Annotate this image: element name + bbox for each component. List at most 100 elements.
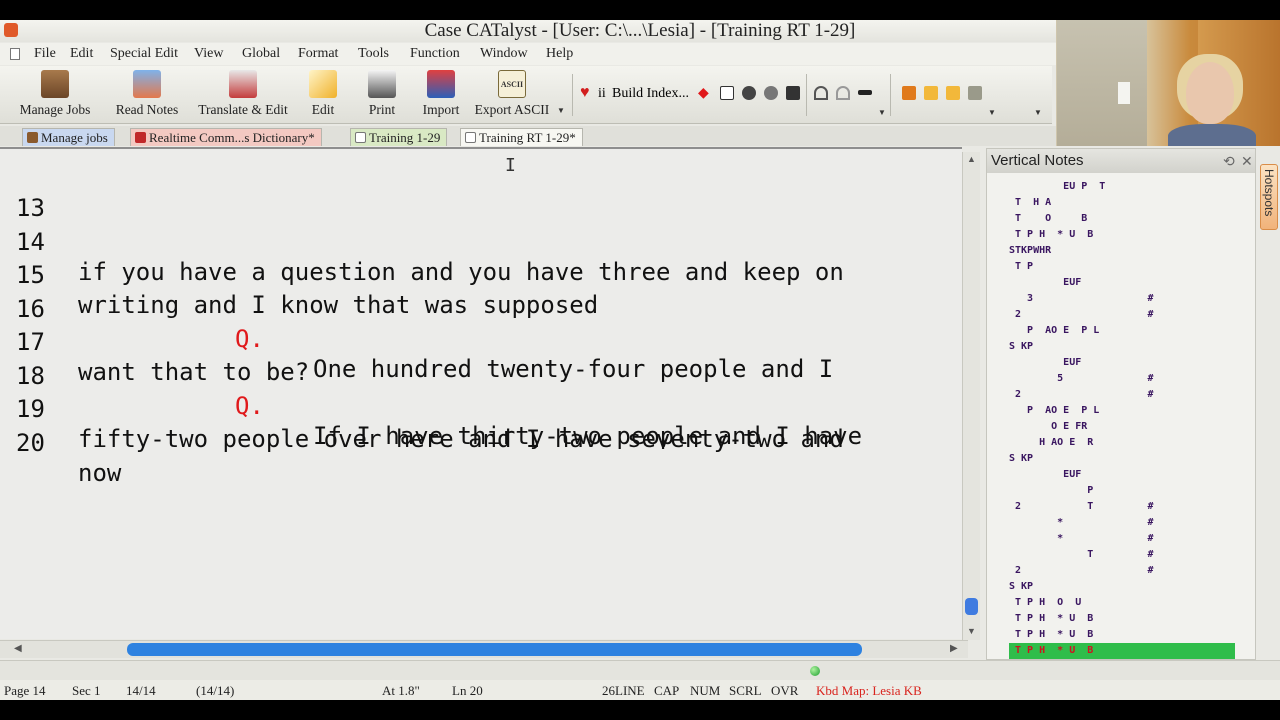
toolbar-dropdown-arrow[interactable]: ▼ bbox=[1034, 108, 1042, 117]
steno-row: S KP bbox=[1009, 453, 1034, 464]
steno-row: 2 # bbox=[1009, 309, 1154, 320]
print-button[interactable]: Print bbox=[360, 70, 404, 122]
translate-edit-button[interactable]: Translate & Edit bbox=[192, 70, 294, 122]
hotspots-tab[interactable]: Hotspots bbox=[1260, 164, 1278, 230]
read-notes-icon bbox=[133, 70, 161, 98]
dictionary-icon bbox=[135, 132, 146, 143]
steno-row: P AO E P L bbox=[1009, 325, 1100, 336]
minus-icon[interactable] bbox=[858, 90, 872, 95]
webcam-presenter-body bbox=[1168, 124, 1256, 146]
scroll-down-arrow[interactable]: ▼ bbox=[967, 626, 976, 636]
scroll-left-arrow[interactable]: ◀ bbox=[14, 643, 22, 654]
editor-line: 15 writing and I know that was supposed bbox=[0, 230, 598, 319]
document-icon bbox=[465, 132, 476, 143]
status-page: Page 14 bbox=[4, 683, 46, 698]
line-text: now bbox=[78, 459, 122, 487]
diamond-icon[interactable]: ◆ bbox=[698, 84, 709, 101]
folder-icon[interactable] bbox=[924, 86, 938, 100]
ascii-file-icon: ASCII bbox=[498, 70, 526, 98]
heart-icon[interactable]: ♥ bbox=[580, 84, 590, 102]
document-tabs: Manage jobs Realtime Comm...s Dictionary… bbox=[0, 126, 1060, 146]
steno-row: H AO E R bbox=[1009, 437, 1094, 448]
steno-row: 5 # bbox=[1009, 373, 1154, 384]
menu-window[interactable]: Window bbox=[480, 46, 528, 62]
transcript-editor[interactable]: 13 14 if you have a question and you hav… bbox=[0, 147, 962, 639]
steno-row: * # bbox=[1009, 517, 1154, 528]
globe-icon[interactable] bbox=[764, 86, 778, 100]
toolbar-dropdown-arrow[interactable]: ▼ bbox=[988, 108, 996, 117]
steno-row: P bbox=[1009, 485, 1094, 496]
briefcase-icon bbox=[27, 132, 38, 143]
steno-row: * # bbox=[1009, 533, 1154, 544]
read-notes-button[interactable]: Read Notes bbox=[108, 70, 186, 122]
clipboard-icon[interactable] bbox=[968, 86, 982, 100]
menu-special-edit[interactable]: Special Edit bbox=[110, 46, 178, 62]
line-text: if you have a question and you have thre… bbox=[78, 258, 844, 286]
editor-line: 17 want that to be? bbox=[0, 297, 309, 386]
vertical-scrollbar[interactable]: ▲ ▼ bbox=[962, 152, 980, 640]
horizontal-scrollbar[interactable]: ◀ ▶ bbox=[0, 640, 968, 658]
vertical-notes-panel: Vertical Notes ⟲ ✕ EU P T T H A T O B T … bbox=[986, 148, 1256, 660]
grid-icon[interactable] bbox=[720, 86, 734, 100]
cursor-icon[interactable] bbox=[786, 86, 800, 100]
steno-row: S KP bbox=[1009, 341, 1034, 352]
steno-row: O E FR bbox=[1009, 421, 1088, 432]
export-ascii-button[interactable]: ASCII Export ASCII bbox=[472, 70, 552, 122]
horizontal-scroll-thumb[interactable] bbox=[127, 643, 862, 656]
webcam-background-sign bbox=[1118, 82, 1130, 104]
toolbar: Manage Jobs Read Notes Translate & Edit … bbox=[0, 66, 1052, 124]
circle-icon[interactable] bbox=[742, 86, 756, 100]
steno-row: STKPWHR bbox=[1009, 245, 1052, 256]
editor-line: 14 if you have a question and you have t… bbox=[0, 197, 844, 286]
status-scroll: SCRL bbox=[729, 683, 762, 698]
headphones-icon[interactable] bbox=[814, 86, 828, 100]
steno-row: T # bbox=[1009, 549, 1154, 560]
folder-icon[interactable] bbox=[946, 86, 960, 100]
pin-icon[interactable]: ⟲ bbox=[1223, 149, 1235, 173]
scroll-right-arrow[interactable]: ▶ bbox=[950, 643, 958, 654]
close-icon[interactable]: ✕ bbox=[1241, 149, 1253, 173]
menu-bar: File Edit Special Edit View Global Forma… bbox=[0, 43, 1060, 65]
vertical-scroll-thumb[interactable] bbox=[965, 598, 978, 615]
tab-training-1-29[interactable]: Training 1-29 bbox=[350, 128, 448, 146]
import-button[interactable]: Import bbox=[418, 70, 464, 122]
manage-jobs-button[interactable]: Manage Jobs bbox=[12, 70, 98, 122]
case-catalyst-window: Case CATalyst - [User: C:\...\Lesia] - [… bbox=[0, 0, 1280, 720]
briefcase-icon bbox=[41, 70, 69, 98]
menu-global[interactable]: Global bbox=[242, 46, 280, 62]
menu-edit[interactable]: Edit bbox=[70, 46, 93, 62]
editor-line: 13 bbox=[0, 163, 87, 222]
text-cursor-icon: I bbox=[505, 155, 516, 176]
letterbox-top bbox=[0, 0, 1280, 20]
status-line: Ln 20 bbox=[452, 683, 483, 698]
webcam-overlay bbox=[1056, 20, 1280, 146]
tab-training-rt-1-29[interactable]: Training RT 1-29* bbox=[460, 128, 583, 146]
edit-button[interactable]: Edit bbox=[302, 70, 344, 122]
status-bar: Page 14 Sec 1 14/14 (14/14) At 1.8" Ln 2… bbox=[0, 680, 1280, 700]
headphones-icon[interactable] bbox=[836, 86, 850, 100]
menu-function[interactable]: Function bbox=[410, 46, 460, 62]
steno-row: 2 # bbox=[1009, 389, 1154, 400]
import-icon bbox=[427, 70, 455, 98]
question-label: Q. bbox=[235, 325, 264, 353]
menu-tools[interactable]: Tools bbox=[358, 46, 389, 62]
editor-line: 16 Q. One hundred twenty-four people and… bbox=[0, 264, 833, 383]
menu-help[interactable]: Help bbox=[546, 46, 573, 62]
menu-file[interactable]: File bbox=[34, 46, 56, 62]
editor-line: 20 now bbox=[0, 398, 121, 487]
menu-format[interactable]: Format bbox=[298, 46, 338, 62]
menu-view[interactable]: View bbox=[194, 46, 223, 62]
toolbar-dropdown-arrow[interactable]: ▼ bbox=[878, 108, 886, 117]
tab-manage-jobs[interactable]: Manage jobs bbox=[22, 128, 115, 146]
steno-row: T P H * U B bbox=[1009, 629, 1094, 640]
ii-button[interactable]: ii bbox=[598, 86, 606, 102]
status-position-total: (14/14) bbox=[196, 683, 235, 698]
document-icon[interactable] bbox=[10, 48, 20, 60]
steno-row: EUF bbox=[1009, 357, 1082, 368]
scroll-up-arrow[interactable]: ▲ bbox=[967, 154, 976, 164]
tab-dictionary[interactable]: Realtime Comm...s Dictionary* bbox=[130, 128, 322, 146]
orange-tool-icon[interactable] bbox=[902, 86, 916, 100]
build-index-button[interactable]: Build Index... bbox=[612, 86, 689, 102]
toolbar-dropdown-arrow[interactable]: ▼ bbox=[557, 106, 565, 115]
steno-row: T P bbox=[1009, 261, 1034, 272]
